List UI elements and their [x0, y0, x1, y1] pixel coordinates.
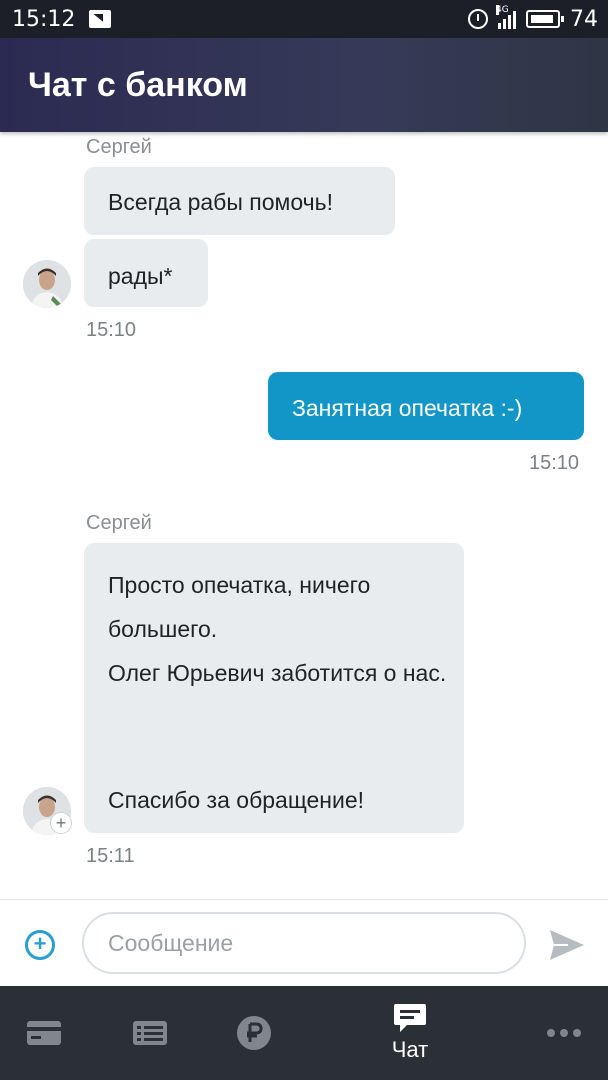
sender-name: Сергей — [86, 512, 152, 534]
signal-icon: 4G — [496, 5, 516, 29]
card-icon — [27, 1021, 61, 1045]
nav-label: Чат — [391, 1037, 429, 1062]
status-time: 15:12 — [12, 6, 76, 32]
message-bubble[interactable]: Всегда рабы помочь! — [84, 167, 395, 235]
message-bubble[interactable]: Просто опечатка, ничего большего. Олег Ю… — [84, 543, 464, 833]
ruble-icon — [237, 1016, 271, 1050]
nav-item-cards[interactable] — [24, 986, 64, 1080]
list-icon — [133, 1021, 167, 1045]
status-bar: 15:12 4G 74 — [0, 0, 608, 38]
bottom-navigation: Чат — [0, 986, 608, 1080]
add-attachment-button[interactable]: + — [25, 930, 55, 960]
message-bubble[interactable]: рады* — [84, 239, 208, 307]
message-composer: + — [0, 899, 608, 987]
message-time: 15:10 — [529, 452, 580, 474]
nav-item-history[interactable] — [130, 986, 170, 1080]
battery-level: 74 — [570, 6, 598, 32]
message-input[interactable] — [82, 912, 526, 974]
chat-messages[interactable]: Сергей Всегда рабы помочь! рады* 15:10 З… — [0, 132, 608, 900]
app-bar: Чат с банком — [0, 38, 608, 132]
message-text: Просто опечатка, ничего большего. — [108, 572, 371, 642]
image-notification-icon — [89, 10, 112, 28]
message-time: 15:10 — [86, 319, 137, 341]
send-icon — [550, 930, 584, 960]
person-icon — [23, 260, 71, 308]
message-time: 15:11 — [86, 845, 135, 867]
battery-icon — [526, 10, 564, 28]
more-icon — [547, 1029, 581, 1037]
message-bubble-outgoing[interactable]: Занятная опечатка :-) — [268, 372, 584, 440]
message-text: Олег Юрьевич заботится о нас. — [108, 660, 447, 686]
message-text: Спасибо за обращение! — [108, 787, 365, 813]
plus-icon[interactable]: + — [50, 812, 72, 834]
page-title: Чат с банком — [28, 66, 248, 104]
nav-item-payments[interactable] — [234, 986, 274, 1080]
send-button[interactable] — [548, 928, 586, 962]
network-type: 4G — [496, 5, 509, 15]
chat-icon — [394, 1004, 426, 1032]
plus-icon: + — [33, 931, 47, 956]
alarm-icon — [468, 9, 488, 29]
nav-item-more[interactable] — [544, 986, 584, 1080]
sender-name: Сергей — [86, 136, 152, 158]
nav-item-chat[interactable]: Чат — [380, 986, 440, 1080]
avatar[interactable] — [23, 260, 71, 308]
